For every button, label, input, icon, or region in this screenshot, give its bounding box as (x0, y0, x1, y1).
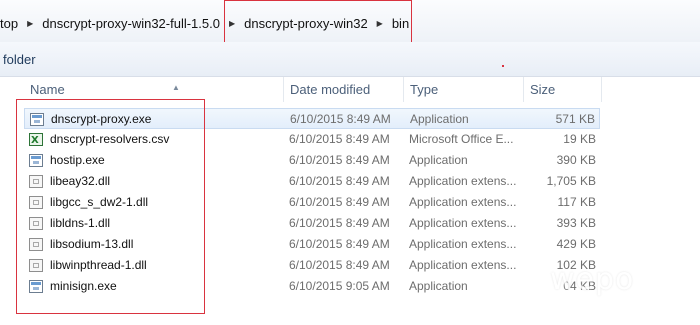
file-type: Application extens... (409, 174, 517, 188)
file-size: 571 KB (555, 112, 595, 126)
column-header-size[interactable]: Size (524, 77, 602, 102)
sort-up-icon: ▲ (172, 83, 180, 92)
column-header-date-label: Date modified (290, 82, 371, 97)
file-size: 1,705 KB (546, 174, 596, 188)
file-type: Microsoft Office E... (409, 132, 514, 146)
file-date: 6/10/2015 8:49 AM (289, 174, 390, 188)
toolbar: folder (0, 42, 700, 77)
file-size: 19 KB (563, 132, 596, 146)
file-date: 6/10/2015 8:49 AM (289, 258, 390, 272)
file-date: 6/10/2015 8:49 AM (289, 132, 390, 146)
file-date: 6/10/2015 8:49 AM (289, 153, 390, 167)
file-size: 429 KB (556, 237, 596, 251)
file-type: Application extens... (409, 216, 517, 230)
column-header-name-label: Name (30, 82, 65, 97)
file-date: 6/10/2015 8:49 AM (290, 112, 391, 126)
breadcrumb-item-top[interactable]: top (0, 16, 22, 31)
highlight-box-files (16, 99, 205, 314)
file-date: 6/10/2015 8:49 AM (289, 195, 390, 209)
column-header-type[interactable]: Type (404, 77, 524, 102)
file-size: 117 KB (557, 195, 596, 209)
file-type: Application extens... (409, 195, 517, 209)
file-type: Application extens... (409, 237, 517, 251)
file-date: 6/10/2015 8:49 AM (289, 216, 390, 230)
file-type: Application (410, 112, 469, 126)
new-folder-button[interactable]: folder (3, 52, 36, 67)
column-header-type-label: Type (410, 82, 439, 97)
watermark: wepo (550, 262, 635, 297)
breadcrumb-item-full[interactable]: dnscrypt-proxy-win32-full-1.5.0 (38, 16, 224, 31)
file-date: 6/10/2015 8:49 AM (289, 237, 390, 251)
file-type: Application (409, 153, 468, 167)
file-size: 390 KB (556, 153, 596, 167)
column-header-date[interactable]: Date modified (284, 77, 404, 102)
annotation-dot (502, 65, 504, 67)
file-type: Application (409, 279, 468, 293)
file-type: Application extens... (409, 258, 517, 272)
file-size: 393 KB (556, 216, 596, 230)
chevron-right-icon[interactable]: ▶ (22, 19, 38, 28)
file-date: 6/10/2015 9:05 AM (289, 279, 390, 293)
column-header-size-label: Size (530, 82, 556, 97)
